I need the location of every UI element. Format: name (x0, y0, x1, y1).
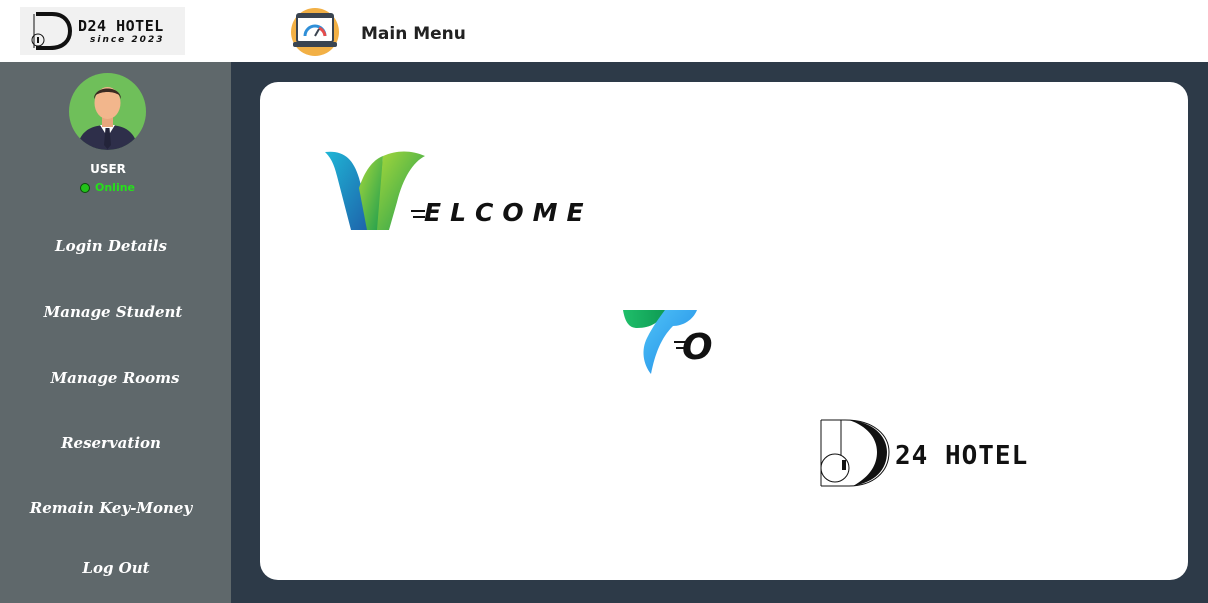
sidebar-item-reservation[interactable]: Reservation (0, 431, 222, 455)
d24-logo-mark (31, 12, 73, 50)
user-avatar (69, 73, 146, 150)
d24-hotel-logo (820, 419, 890, 487)
top-bar: D24 HOTEL since 2023 Main Menu (0, 0, 1208, 62)
dashboard-laptop-icon (291, 8, 339, 56)
sidebar-item-log-out[interactable]: Log Out (5, 556, 227, 580)
to-text: O (682, 327, 713, 368)
status-badge: Online (80, 181, 135, 194)
main-panel: ELCOME O 24 HOTEL (260, 82, 1188, 580)
brand-since: since 2023 (90, 35, 165, 45)
sidebar-item-manage-student[interactable]: Manage Student (2, 300, 224, 324)
page-title: Main Menu (361, 24, 466, 44)
brand-name: D24 HOTEL (78, 17, 164, 35)
speed-line (411, 210, 425, 212)
brand-logo: D24 HOTEL since 2023 (20, 7, 185, 55)
sidebar-item-manage-rooms[interactable]: Manage Rooms (4, 366, 226, 390)
status-text: Online (95, 181, 136, 194)
welcome-w-logo (325, 151, 425, 230)
sidebar: USER Online Login Details Manage Student… (0, 62, 231, 603)
online-dot-icon (80, 182, 90, 193)
user-label: USER (90, 162, 126, 176)
welcome-text: ELCOME (424, 198, 593, 227)
sidebar-item-remain-key-money[interactable]: Remain Key-Money (0, 496, 222, 520)
sidebar-item-login-details[interactable]: Login Details (0, 234, 222, 258)
hotel-text: 24 HOTEL (895, 441, 1029, 471)
